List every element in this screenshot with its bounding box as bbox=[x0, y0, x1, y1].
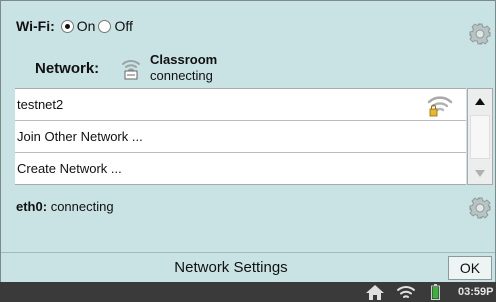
list-item-testnet2[interactable]: testnet2 bbox=[15, 89, 466, 121]
wifi-on-radio[interactable] bbox=[60, 19, 74, 33]
list-item-label: Join Other Network ... bbox=[17, 129, 143, 144]
list-item-label: testnet2 bbox=[17, 97, 64, 112]
eth0-status: connecting bbox=[50, 199, 114, 214]
wifi-locked-icon bbox=[427, 96, 453, 117]
wifi-on-label[interactable]: On bbox=[77, 18, 96, 34]
dialog-title: Network Settings bbox=[174, 259, 288, 276]
dialog-footer: Network Settings OK bbox=[1, 252, 495, 282]
scroll-down-arrow-icon[interactable] bbox=[468, 161, 492, 185]
list-item-label: Create Network ... bbox=[17, 161, 122, 176]
battery-icon[interactable] bbox=[431, 284, 440, 300]
network-status: connecting bbox=[150, 68, 213, 83]
home-icon[interactable] bbox=[366, 285, 384, 300]
network-list: testnet2 Join Other Network ... Create N… bbox=[15, 88, 466, 185]
eth0-label: eth0: bbox=[16, 199, 48, 214]
network-name: Classroom bbox=[150, 52, 218, 67]
eth0-settings-gear-icon[interactable] bbox=[469, 197, 491, 219]
taskbar: 03:59P bbox=[0, 282, 496, 302]
scroll-up-arrow-icon[interactable] bbox=[468, 89, 492, 113]
network-settings-dialog: Wi-Fi: On Off Network: Classroom connect… bbox=[0, 0, 496, 282]
scroll-thumb[interactable] bbox=[470, 115, 490, 159]
list-item-join-other-network[interactable]: Join Other Network ... bbox=[15, 121, 466, 153]
wifi-toggle-row: Wi-Fi: On Off bbox=[16, 16, 133, 36]
ok-button[interactable]: OK bbox=[448, 256, 492, 280]
wifi-label: Wi-Fi: bbox=[16, 18, 55, 34]
network-label: Network: bbox=[35, 60, 100, 77]
list-item-create-network[interactable]: Create Network ... bbox=[15, 153, 466, 185]
wifi-off-label[interactable]: Off bbox=[114, 18, 132, 34]
list-scrollbar[interactable] bbox=[467, 88, 493, 185]
wifi-signal-icon bbox=[122, 60, 140, 80]
clock: 03:59P bbox=[458, 286, 494, 298]
eth0-status-row: eth0: connecting bbox=[16, 199, 114, 214]
wifi-icon[interactable] bbox=[396, 284, 416, 300]
wifi-off-radio[interactable] bbox=[98, 19, 112, 33]
wifi-settings-gear-icon[interactable] bbox=[469, 23, 491, 45]
screen: Wi-Fi: On Off Network: Classroom connect… bbox=[0, 0, 496, 302]
